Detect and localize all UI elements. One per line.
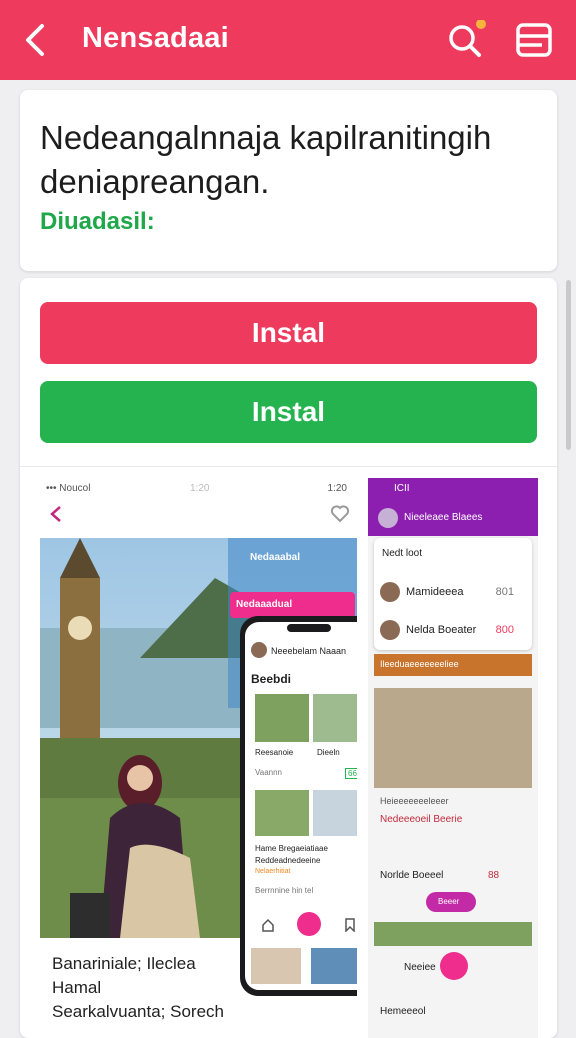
chevron-left-icon[interactable] (20, 18, 52, 62)
banner: Ileeduaeeeeeeeliee (374, 654, 532, 676)
thumb-label-2: Dieeln (317, 748, 340, 757)
add-button[interactable] (297, 912, 321, 936)
photo-badge-1: Nedaaabal (250, 552, 301, 563)
row4-name: Neeiee (404, 962, 436, 973)
status-left: ICII (394, 483, 410, 494)
caption-line-3: Searkalvuanta; Sorech (52, 1002, 224, 1021)
app-bar: Nensadaai (0, 0, 576, 80)
thumb-4[interactable] (313, 790, 357, 836)
caption-line-2: Hamal (52, 978, 102, 997)
search-icon[interactable] (446, 20, 488, 60)
phone-line-1: Hame Bregaeiatiaae (255, 844, 328, 853)
phone-line-2: Reddeadnedeeine (255, 856, 321, 865)
status-bar: ••• Noucol 1:20 1:20 (40, 478, 357, 500)
bottom-label: Hemeeeol (380, 1006, 426, 1017)
photo-badge-2: Nedaaadual (236, 599, 293, 610)
row3-name: Norlde Boeeel (380, 870, 444, 881)
caption-line-1: Banariniale; Ileclea (52, 954, 196, 973)
app-screenshot-1[interactable]: ••• Noucol 1:20 1:20 Nedaaabal Nedaaadua… (40, 478, 357, 1038)
add-button[interactable] (440, 952, 468, 980)
heart-icon[interactable] (330, 504, 350, 524)
status-right: 1:20 (327, 483, 347, 494)
dropdown-card: Nedt loot Mamideeea 801 Nelda Boeater 80… (374, 538, 532, 650)
thumb-6[interactable] (311, 948, 357, 984)
phone-line-4: Berrnnine hin tel (255, 886, 314, 895)
home-icon[interactable] (261, 918, 275, 932)
thumb-2[interactable] (313, 694, 357, 742)
phone-section: Beebdi (251, 672, 292, 686)
thumb-5[interactable] (251, 948, 301, 984)
status-label: Diuadasil: (40, 208, 155, 235)
phone-screen: Neeebelam Naaan Beebdi Reesanoie Dieeln … (245, 622, 357, 990)
text-line-2: Nedeeeoeil Beerie (380, 814, 463, 825)
avatar (378, 508, 398, 528)
phone-mockup: Neeebelam Naaan Beebdi Reesanoie Dieeln … (240, 616, 357, 996)
screenshot2-title: Nieeleaee Blaees (404, 512, 483, 523)
row3-value: 88 (488, 870, 500, 881)
scrollbar[interactable] (566, 280, 571, 450)
app-description: Nedeangalnnaja kapilranitingih deniaprea… (40, 119, 492, 200)
avatar (251, 642, 267, 658)
status-time: 1:20 (190, 483, 210, 494)
photo (374, 688, 532, 788)
phone-line-label: Vaannn (255, 768, 282, 777)
list-item[interactable]: Nelda Boeater 800 (374, 612, 526, 648)
install-button-primary[interactable]: Instal (40, 302, 537, 364)
list-menu-icon[interactable] (514, 20, 554, 60)
phone-line-3: Nelaerhitiat (255, 868, 291, 875)
photo-badge-2-bg: Nedaaadual (230, 592, 355, 618)
banner-text: Ileeduaeeeeeeeliee (380, 659, 459, 669)
bookmark-icon[interactable] (343, 918, 357, 932)
carrier-label: ••• Noucol (46, 483, 91, 494)
divider (20, 466, 557, 467)
photo-strip (374, 922, 532, 946)
screenshot2-header-bg: ICII Nieeleaee Blaees (368, 478, 538, 536)
action-pill[interactable]: Beeer (426, 892, 476, 912)
install-card: Instal Instal ••• Noucol 1:20 1:20 Nedaa… (20, 278, 557, 1038)
thumb-label-1: Reesanoie (255, 748, 294, 757)
install-button-secondary[interactable]: Instal (40, 381, 537, 443)
app-info-card: Nedeangalnnaja kapilranitingih deniaprea… (20, 90, 557, 271)
dropdown-row-0: Nedt loot (382, 548, 423, 559)
list-item[interactable]: Mamideeea 801 (374, 574, 526, 610)
app-screenshot-2[interactable]: ICII Nieeleaee Blaees Nedt loot Mamideee… (368, 478, 538, 1038)
text-line-1: Heieeeeeeeleeer (380, 796, 449, 806)
thumb-1[interactable] (255, 694, 309, 742)
app-title: Nensadaai (82, 22, 229, 54)
phone-tag: 666 (345, 768, 357, 779)
thumb-3[interactable] (255, 790, 309, 836)
phone-header: Neeebelam Naaan (271, 646, 347, 656)
back-icon[interactable] (48, 504, 64, 524)
